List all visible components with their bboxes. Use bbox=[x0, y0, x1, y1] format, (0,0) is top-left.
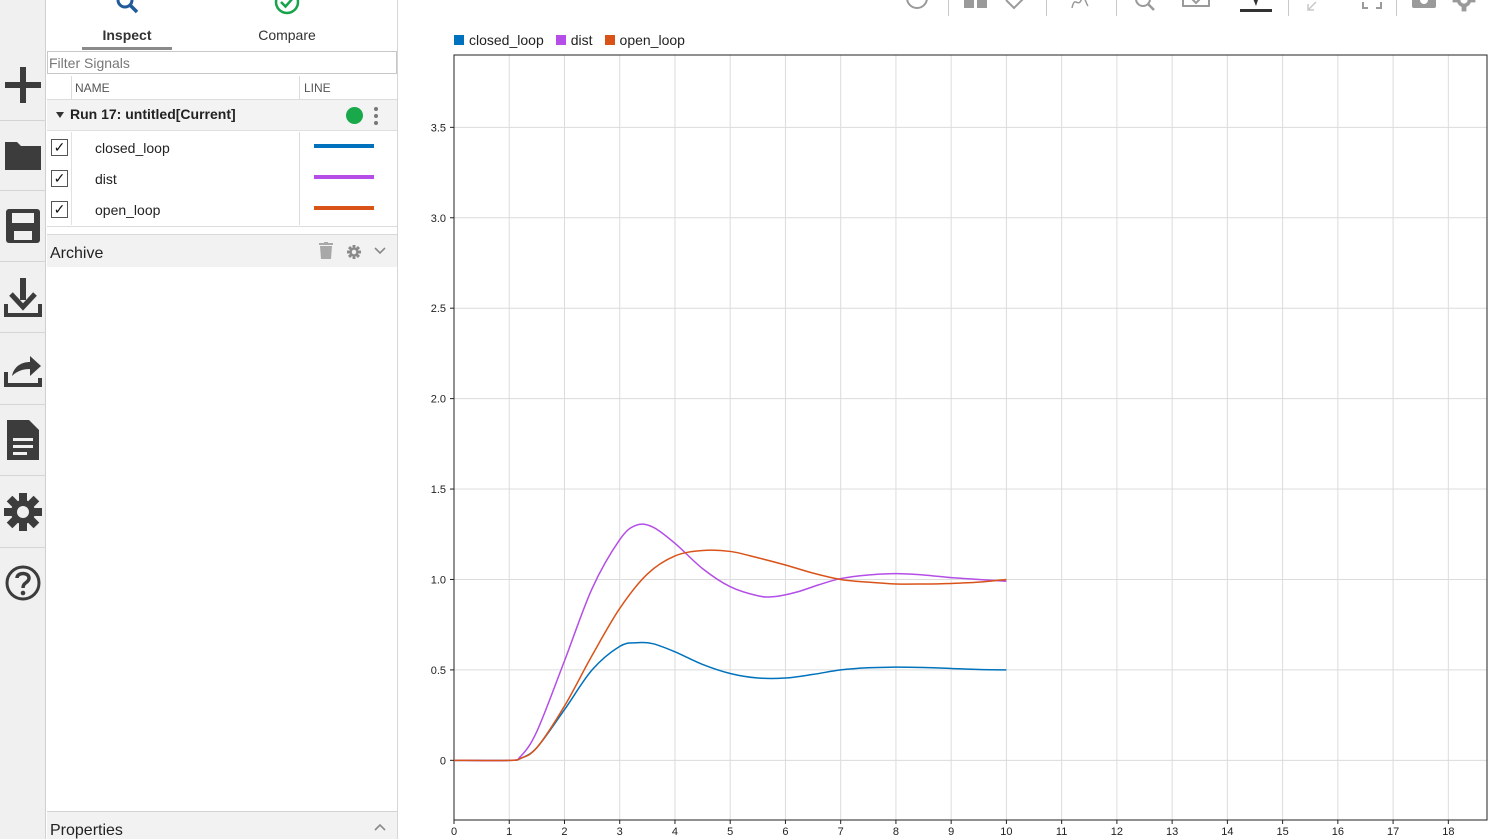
x-tick-label: 16 bbox=[1332, 826, 1344, 838]
x-tick-label: 17 bbox=[1387, 826, 1399, 838]
plot-area: closed_loop dist open_loop 0 1 2 3 4 5 6 7 8 9 10 1… bbox=[398, 0, 1491, 839]
tab-compare-label: Compare bbox=[258, 27, 316, 43]
gear-icon bbox=[4, 493, 42, 531]
run-row[interactable]: Run 17: untitled[Current] bbox=[47, 100, 397, 131]
expand-triangle-icon[interactable] bbox=[56, 112, 64, 118]
y-tick-label: 3.0 bbox=[431, 213, 446, 225]
run-label: Run 17: untitled[Current] bbox=[70, 106, 236, 122]
save-button[interactable] bbox=[0, 196, 46, 256]
help-button[interactable] bbox=[0, 553, 46, 613]
data-inspector-window: Inspect Compare Filter Signals NAME LINE… bbox=[0, 0, 1491, 839]
plus-icon bbox=[5, 67, 41, 103]
signal-name: open_loop bbox=[95, 202, 161, 218]
folder-icon bbox=[5, 142, 41, 170]
properties-label: Properties bbox=[50, 822, 123, 839]
properties-section-header[interactable]: Properties bbox=[47, 811, 397, 839]
x-tick-label: 0 bbox=[451, 826, 457, 838]
x-tick-label: 15 bbox=[1276, 826, 1288, 838]
signal-checkbox[interactable]: ✓ bbox=[51, 170, 68, 187]
signal-checkbox[interactable]: ✓ bbox=[51, 139, 68, 156]
archive-settings-gear-icon[interactable] bbox=[347, 245, 361, 259]
import-button[interactable] bbox=[0, 268, 46, 328]
toolstrip-rail bbox=[0, 0, 46, 839]
signal-row[interactable]: ✓ closed_loop bbox=[47, 132, 397, 163]
x-tick-label: 11 bbox=[1056, 826, 1067, 838]
signal-checkbox[interactable]: ✓ bbox=[51, 201, 68, 218]
filter-signals-input[interactable]: Filter Signals bbox=[47, 51, 397, 74]
x-tick-label: 6 bbox=[782, 826, 788, 838]
save-icon bbox=[6, 209, 40, 243]
x-tick-label: 8 bbox=[893, 826, 899, 838]
y-tick-label: 2.5 bbox=[431, 303, 446, 315]
x-tick-label: 5 bbox=[727, 826, 733, 838]
y-tick-label: 1.5 bbox=[431, 484, 446, 496]
signal-panel: Inspect Compare Filter Signals NAME LINE… bbox=[46, 0, 398, 839]
preferences-button[interactable] bbox=[0, 482, 46, 542]
run-status-indicator bbox=[346, 107, 363, 124]
archive-label: Archive bbox=[50, 245, 104, 262]
open-button[interactable] bbox=[0, 125, 46, 185]
help-icon bbox=[5, 565, 41, 601]
plot-frame bbox=[453, 54, 1488, 821]
signal-name: closed_loop bbox=[95, 140, 170, 156]
tab-inspect[interactable]: Inspect bbox=[82, 0, 172, 50]
line-style-swatch[interactable] bbox=[314, 175, 374, 179]
x-tick-label: 14 bbox=[1221, 826, 1233, 838]
chevron-up-icon[interactable] bbox=[374, 823, 386, 831]
signal-row[interactable]: ✓ dist bbox=[47, 163, 397, 194]
x-tick-label: 3 bbox=[617, 826, 623, 838]
x-tick-label: 7 bbox=[838, 826, 844, 838]
run-options-kebab-icon[interactable] bbox=[374, 105, 380, 127]
check-circle-icon bbox=[274, 0, 300, 15]
y-tick-label: 3.5 bbox=[431, 122, 446, 134]
x-tick-label: 18 bbox=[1442, 826, 1454, 838]
share-icon bbox=[4, 356, 42, 387]
magnifier-icon bbox=[116, 0, 139, 14]
line-style-swatch[interactable] bbox=[314, 144, 374, 148]
x-tick-label: 4 bbox=[672, 826, 678, 838]
signal-table-header: NAME LINE bbox=[47, 76, 397, 100]
x-tick-label: 9 bbox=[948, 826, 954, 838]
time-plot[interactable]: 0 1 2 3 4 5 6 7 8 9 10 11 12 13 14 15 16 17 1800.51.01.52.… bbox=[398, 0, 1491, 839]
x-tick-label: 13 bbox=[1166, 826, 1178, 838]
x-tick-label: 10 bbox=[1000, 826, 1012, 838]
document-icon bbox=[7, 420, 39, 460]
signal-row[interactable]: ✓ open_loop bbox=[47, 194, 397, 225]
x-tick-label: 12 bbox=[1111, 826, 1123, 838]
report-button[interactable] bbox=[0, 410, 46, 470]
share-button[interactable] bbox=[0, 340, 46, 400]
chevron-down-icon[interactable] bbox=[374, 247, 386, 255]
download-icon bbox=[4, 278, 42, 317]
signal-name: dist bbox=[95, 171, 117, 187]
tab-compare[interactable]: Compare bbox=[242, 0, 332, 50]
y-tick-label: 0.5 bbox=[431, 665, 446, 677]
y-tick-label: 0 bbox=[440, 755, 446, 767]
x-tick-label: 1 bbox=[506, 826, 512, 838]
trash-icon[interactable] bbox=[319, 242, 333, 259]
y-tick-label: 2.0 bbox=[431, 394, 446, 406]
line-column-header[interactable]: LINE bbox=[299, 76, 331, 100]
x-tick-label: 2 bbox=[561, 826, 567, 838]
name-column-header[interactable]: NAME bbox=[75, 81, 110, 95]
archive-section-header[interactable]: Archive bbox=[47, 234, 397, 267]
new-session-button[interactable] bbox=[0, 55, 46, 115]
line-style-swatch[interactable] bbox=[314, 206, 374, 210]
y-tick-label: 1.0 bbox=[431, 574, 446, 586]
